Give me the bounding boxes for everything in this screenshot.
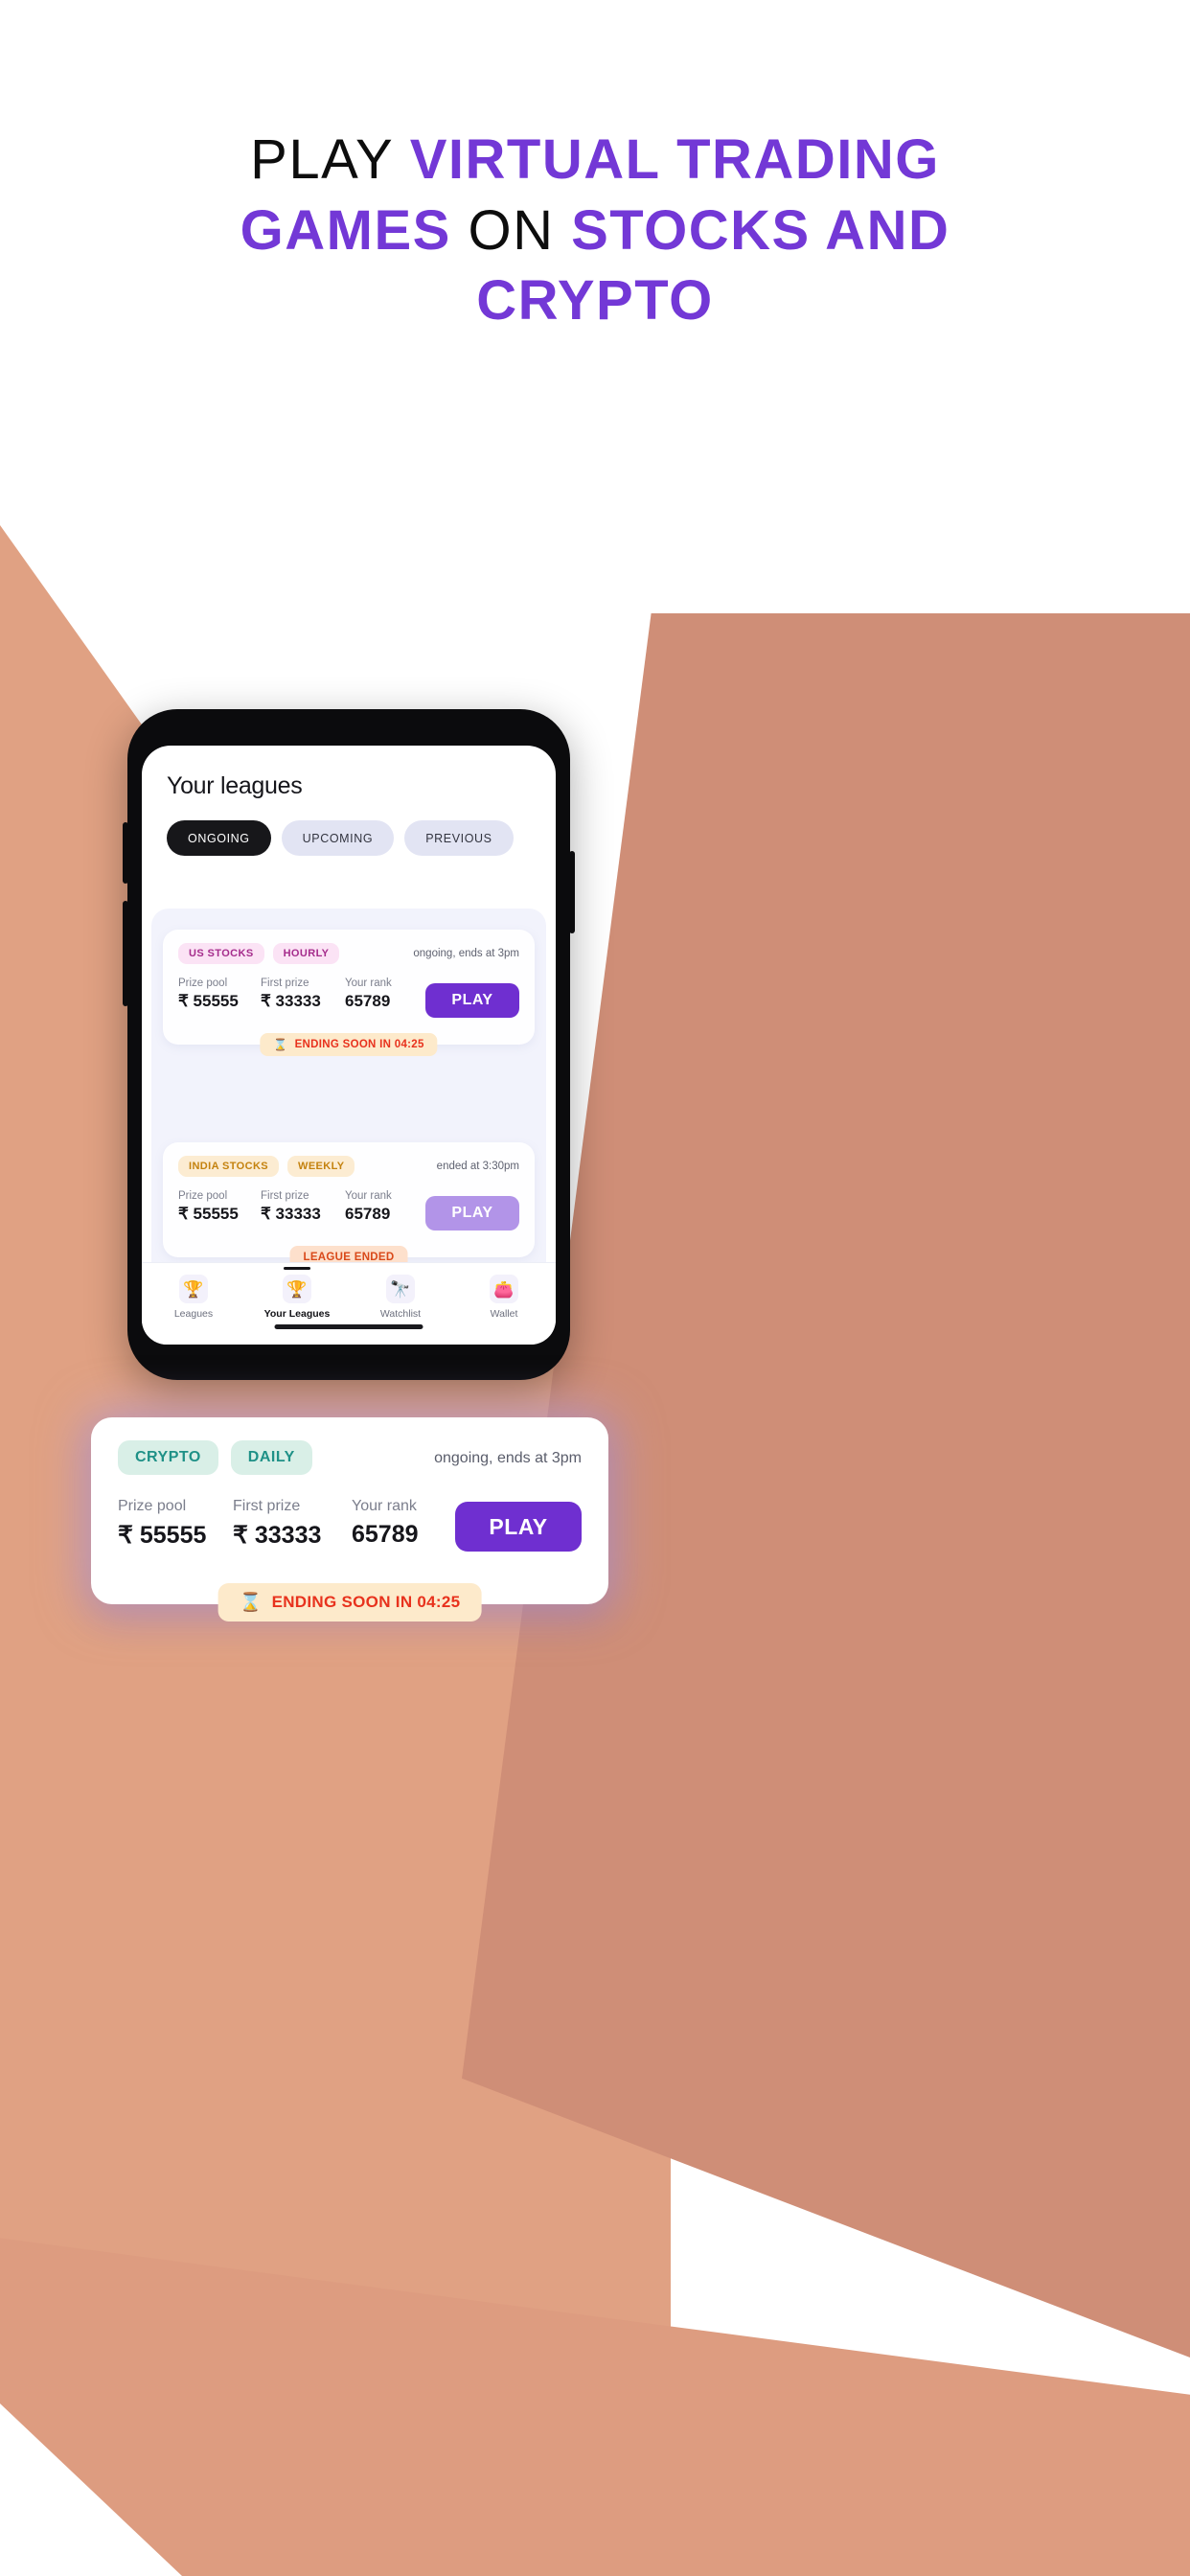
stat-prize-pool: Prize pool ₹ 55555 bbox=[118, 1498, 233, 1550]
phone-button-volume-up[interactable] bbox=[123, 822, 128, 884]
play-button[interactable]: PLAY bbox=[425, 1196, 519, 1230]
trophy-icon: 🏆 bbox=[283, 1275, 311, 1303]
league-filter-tabs: ONGOING UPCOMING PREVIOUS bbox=[167, 820, 514, 856]
play-button[interactable]: PLAY bbox=[425, 983, 519, 1018]
phone-screen: Your leagues ONGOING UPCOMING PREVIOUS US … bbox=[142, 746, 556, 1345]
league-card[interactable]: INDIA STOCKS WEEKLY ended at 3:30pm Prize p… bbox=[163, 1142, 535, 1269]
nav-active-marker bbox=[284, 1267, 310, 1270]
nav-item-label: Wallet bbox=[490, 1308, 518, 1320]
nav-item-label: Watchlist bbox=[379, 1308, 422, 1320]
stat-value-your-rank: 65789 bbox=[352, 1521, 419, 1548]
stat-label-prize-pool: Prize pool bbox=[118, 1498, 187, 1514]
badge-weekly: WEEKLY bbox=[287, 1156, 355, 1177]
headline-line: PLAY VIRTUAL TRADING bbox=[0, 125, 1190, 196]
phone-mockup: Your leagues ONGOING UPCOMING PREVIOUS US … bbox=[123, 709, 575, 1380]
headline-segment: GAMES bbox=[240, 198, 451, 262]
stat-label-first-prize: First prize bbox=[233, 1498, 301, 1514]
headline-line: GAMES ON STOCKS AND bbox=[0, 196, 1190, 266]
wallet-icon: 👛 bbox=[490, 1275, 518, 1303]
stat-first-prize: First prize ₹ 33333 bbox=[233, 1498, 352, 1550]
stat-label-first-prize: First prize bbox=[261, 1190, 309, 1202]
stat-value-prize-pool: ₹ 55555 bbox=[118, 1522, 207, 1549]
badge-india-stocks: INDIA STOCKS bbox=[178, 1156, 280, 1177]
stat-your-rank: Your rank 65789 bbox=[345, 1190, 431, 1224]
card-status-pill: ⌛ ENDING SOON IN 04:25 bbox=[217, 1583, 482, 1622]
stat-your-rank: Your rank 65789 bbox=[345, 978, 431, 1011]
card-status-text: ended at 3:30pm bbox=[436, 1161, 519, 1172]
home-indicator bbox=[274, 1324, 423, 1329]
tab-ongoing[interactable]: ONGOING bbox=[167, 820, 271, 856]
stat-label-your-rank: Your rank bbox=[352, 1498, 417, 1514]
badge-daily: DAILY bbox=[230, 1440, 312, 1475]
stat-prize-pool: Prize pool ₹ 55555 bbox=[178, 1190, 261, 1224]
phone-button-power[interactable] bbox=[569, 851, 575, 933]
stat-label-first-prize: First prize bbox=[261, 978, 309, 989]
page-title: Your leagues bbox=[167, 772, 303, 799]
stat-value-prize-pool: ₹ 55555 bbox=[178, 1205, 239, 1223]
headline-segment: CRYPTO bbox=[476, 269, 714, 333]
tab-upcoming[interactable]: UPCOMING bbox=[281, 820, 395, 856]
card-status-text: ongoing, ends at 3pm bbox=[413, 948, 519, 959]
nav-item-label: Your Leagues bbox=[263, 1308, 331, 1320]
stat-value-prize-pool: ₹ 55555 bbox=[178, 992, 239, 1010]
stat-value-first-prize: ₹ 33333 bbox=[261, 1205, 321, 1223]
headline-line: CRYPTO bbox=[0, 265, 1190, 336]
league-card-highlighted[interactable]: CRYPTO DAILY ongoing, ends at 3pm Prize poo… bbox=[91, 1417, 608, 1622]
hourglass-icon: ⌛ bbox=[273, 1038, 288, 1051]
stat-your-rank: Your rank 65789 bbox=[352, 1498, 471, 1550]
stat-value-your-rank: 65789 bbox=[345, 992, 391, 1010]
leagues-feed: US STOCKS HOURLY ongoing, ends at 3pm Prize… bbox=[151, 908, 546, 1282]
card-status-pill-label: ENDING SOON IN 04:25 bbox=[271, 1593, 461, 1611]
hourglass-icon: ⌛ bbox=[239, 1592, 263, 1613]
play-button[interactable]: PLAY bbox=[455, 1502, 582, 1552]
headline-segment: VIRTUAL TRADING bbox=[409, 128, 940, 191]
trophy-icon: 🏆 bbox=[179, 1275, 208, 1303]
stat-first-prize: First prize ₹ 33333 bbox=[261, 978, 345, 1011]
phone-button-volume-down[interactable] bbox=[123, 901, 128, 1006]
card-status-pill: ⌛ ENDING SOON IN 04:25 bbox=[260, 1033, 438, 1056]
headline-segment: ON bbox=[450, 198, 572, 262]
stat-label-your-rank: Your rank bbox=[345, 978, 392, 989]
nav-item-leagues[interactable]: 🏆 Leagues bbox=[149, 1275, 238, 1320]
stat-label-prize-pool: Prize pool bbox=[178, 1190, 228, 1202]
headline-segment: PLAY bbox=[250, 128, 410, 191]
card-status-text: ongoing, ends at 3pm bbox=[434, 1450, 582, 1466]
stat-value-your-rank: 65789 bbox=[345, 1205, 391, 1223]
badge-hourly: HOURLY bbox=[272, 943, 340, 964]
nav-item-label: Leagues bbox=[173, 1308, 214, 1320]
nav-item-wallet[interactable]: 👛 Wallet bbox=[460, 1275, 548, 1320]
bottom-navigation-bar: 🏆 Leagues 🏆 Your Leagues 🔭 Watchlist 👛 Wallet bbox=[142, 1262, 556, 1345]
badge-us-stocks: US STOCKS bbox=[178, 943, 264, 964]
binoculars-icon: 🔭 bbox=[386, 1275, 415, 1303]
headline-segment: STOCKS AND bbox=[571, 198, 950, 262]
nav-item-your-leagues[interactable]: 🏆 Your Leagues bbox=[253, 1267, 341, 1320]
card-status-pill-label: ENDING SOON IN 04:25 bbox=[294, 1039, 424, 1050]
league-card[interactable]: US STOCKS HOURLY ongoing, ends at 3pm Prize… bbox=[163, 930, 535, 1056]
stat-label-prize-pool: Prize pool bbox=[178, 978, 228, 989]
stat-value-first-prize: ₹ 33333 bbox=[233, 1522, 322, 1549]
stat-label-your-rank: Your rank bbox=[345, 1190, 392, 1202]
promo-screenshot: PLAY VIRTUAL TRADING GAMES ON STOCKS AND C… bbox=[0, 0, 1190, 2576]
badge-crypto: CRYPTO bbox=[118, 1440, 218, 1475]
stat-first-prize: First prize ₹ 33333 bbox=[261, 1190, 345, 1224]
nav-item-watchlist[interactable]: 🔭 Watchlist bbox=[356, 1275, 445, 1320]
stat-prize-pool: Prize pool ₹ 55555 bbox=[178, 978, 261, 1011]
promo-headline: PLAY VIRTUAL TRADING GAMES ON STOCKS AND C… bbox=[0, 125, 1190, 336]
stat-value-first-prize: ₹ 33333 bbox=[261, 992, 321, 1010]
tab-previous[interactable]: PREVIOUS bbox=[404, 820, 514, 856]
